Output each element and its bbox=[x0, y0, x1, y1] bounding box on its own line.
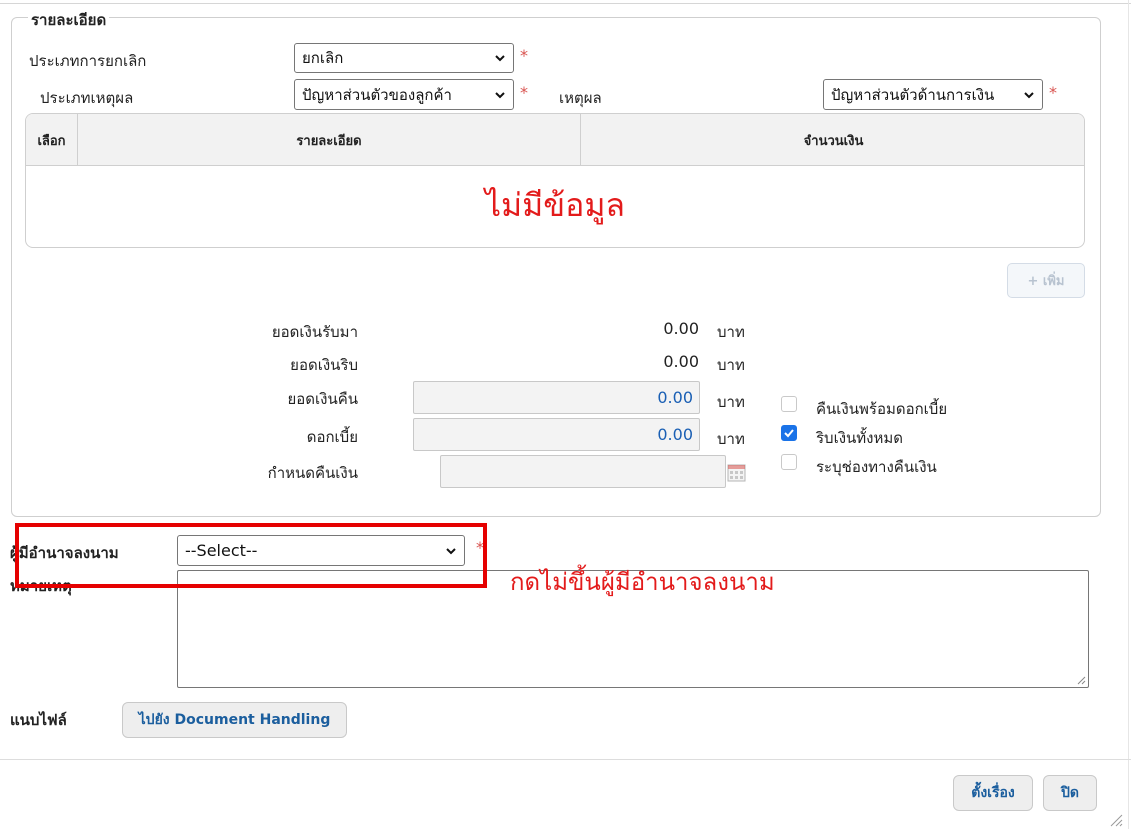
close-button[interactable]: ปิด bbox=[1043, 775, 1097, 811]
refund-label: ยอดเงินคืน bbox=[287, 390, 358, 408]
items-table: เลือก รายละเอียด จำนวนเงิน ไม่มีข้อมูล bbox=[25, 113, 1085, 248]
document-handling-button[interactable]: ไปยัง Document Handling bbox=[122, 702, 347, 738]
required-mark: * bbox=[520, 83, 528, 102]
dialog-resize-icon[interactable] bbox=[1107, 811, 1123, 827]
details-legend: รายละเอียด bbox=[28, 8, 110, 32]
unit-label: บาท bbox=[717, 393, 745, 411]
unit-label: บาท bbox=[717, 356, 745, 374]
required-mark: * bbox=[1049, 83, 1057, 102]
interest-refund-checkbox[interactable] bbox=[781, 396, 797, 412]
column-details[interactable]: รายละเอียด bbox=[78, 114, 581, 166]
resize-grip-icon[interactable] bbox=[1076, 675, 1086, 685]
column-select[interactable]: เลือก bbox=[26, 114, 78, 166]
reason-label: เหตุผล bbox=[559, 89, 602, 107]
forfeit-all-checkbox[interactable] bbox=[781, 425, 797, 441]
cancel-type-select[interactable]: ยกเลิก bbox=[294, 43, 514, 73]
reason-type-select[interactable]: ปัญหาส่วนตัวของลูกค้า bbox=[294, 79, 514, 110]
interest-input[interactable]: 0.00 bbox=[413, 418, 700, 451]
forfeited-label: ยอดเงินริบ bbox=[290, 356, 358, 374]
forfeit-all-label: ริบเงินทั้งหมด bbox=[816, 429, 904, 447]
cancel-type-label: ประเภทการยกเลิก bbox=[29, 52, 147, 70]
interest-refund-label: คืนเงินพร้อมดอกเบี้ย bbox=[816, 400, 948, 418]
reason-select[interactable]: ปัญหาส่วนตัวด้านการเงิน bbox=[823, 79, 1043, 110]
check-icon bbox=[784, 429, 794, 438]
attach-label: แนบไฟล์ bbox=[10, 711, 67, 729]
annotation-text: กดไม่ขึ้นผู้มีอำนาจลงนาม bbox=[510, 568, 775, 596]
refund-date-input[interactable] bbox=[440, 455, 726, 488]
refund-channel-label: ระบุช่องทางคืนเงิน bbox=[816, 458, 937, 476]
no-data-text: ไม่มีข้อมูล bbox=[484, 186, 626, 224]
unit-label: บาท bbox=[717, 323, 745, 341]
footer-divider bbox=[0, 759, 1131, 760]
refund-input[interactable]: 0.00 bbox=[413, 381, 700, 414]
right-border bbox=[1128, 0, 1129, 829]
add-button-label: + เพิ่ม bbox=[1027, 274, 1065, 289]
top-border bbox=[0, 0, 1131, 4]
forfeited-value: 0.00 bbox=[663, 352, 699, 371]
refund-value: 0.00 bbox=[657, 388, 693, 407]
table-header: เลือก รายละเอียด จำนวนเงิน bbox=[26, 114, 1084, 166]
chevron-down-icon bbox=[495, 91, 505, 98]
chevron-down-icon bbox=[1024, 91, 1034, 98]
add-button[interactable]: + เพิ่ม bbox=[1007, 263, 1085, 298]
required-mark: * bbox=[520, 46, 528, 65]
refund-channel-checkbox[interactable] bbox=[781, 454, 797, 470]
submit-button[interactable]: ตั้งเรื่อง bbox=[953, 775, 1033, 811]
column-amount[interactable]: จำนวนเงิน bbox=[581, 114, 1084, 166]
annotation-highlight-box bbox=[15, 523, 487, 588]
received-value: 0.00 bbox=[663, 319, 699, 338]
chevron-down-icon bbox=[495, 55, 505, 62]
cancel-type-value: ยกเลิก bbox=[302, 49, 344, 67]
received-label: ยอดเงินรับมา bbox=[271, 323, 358, 341]
reason-value: ปัญหาส่วนตัวด้านการเงิน bbox=[831, 85, 995, 104]
unit-label: บาท bbox=[717, 430, 745, 448]
interest-label: ดอกเบี้ย bbox=[306, 428, 358, 446]
reason-type-value: ปัญหาส่วนตัวของลูกค้า bbox=[302, 85, 452, 104]
calendar-icon[interactable] bbox=[727, 463, 746, 482]
interest-value: 0.00 bbox=[657, 425, 693, 444]
refund-date-label: กำหนดคืนเงิน bbox=[267, 464, 358, 482]
reason-type-label: ประเภทเหตุผล bbox=[40, 89, 134, 107]
